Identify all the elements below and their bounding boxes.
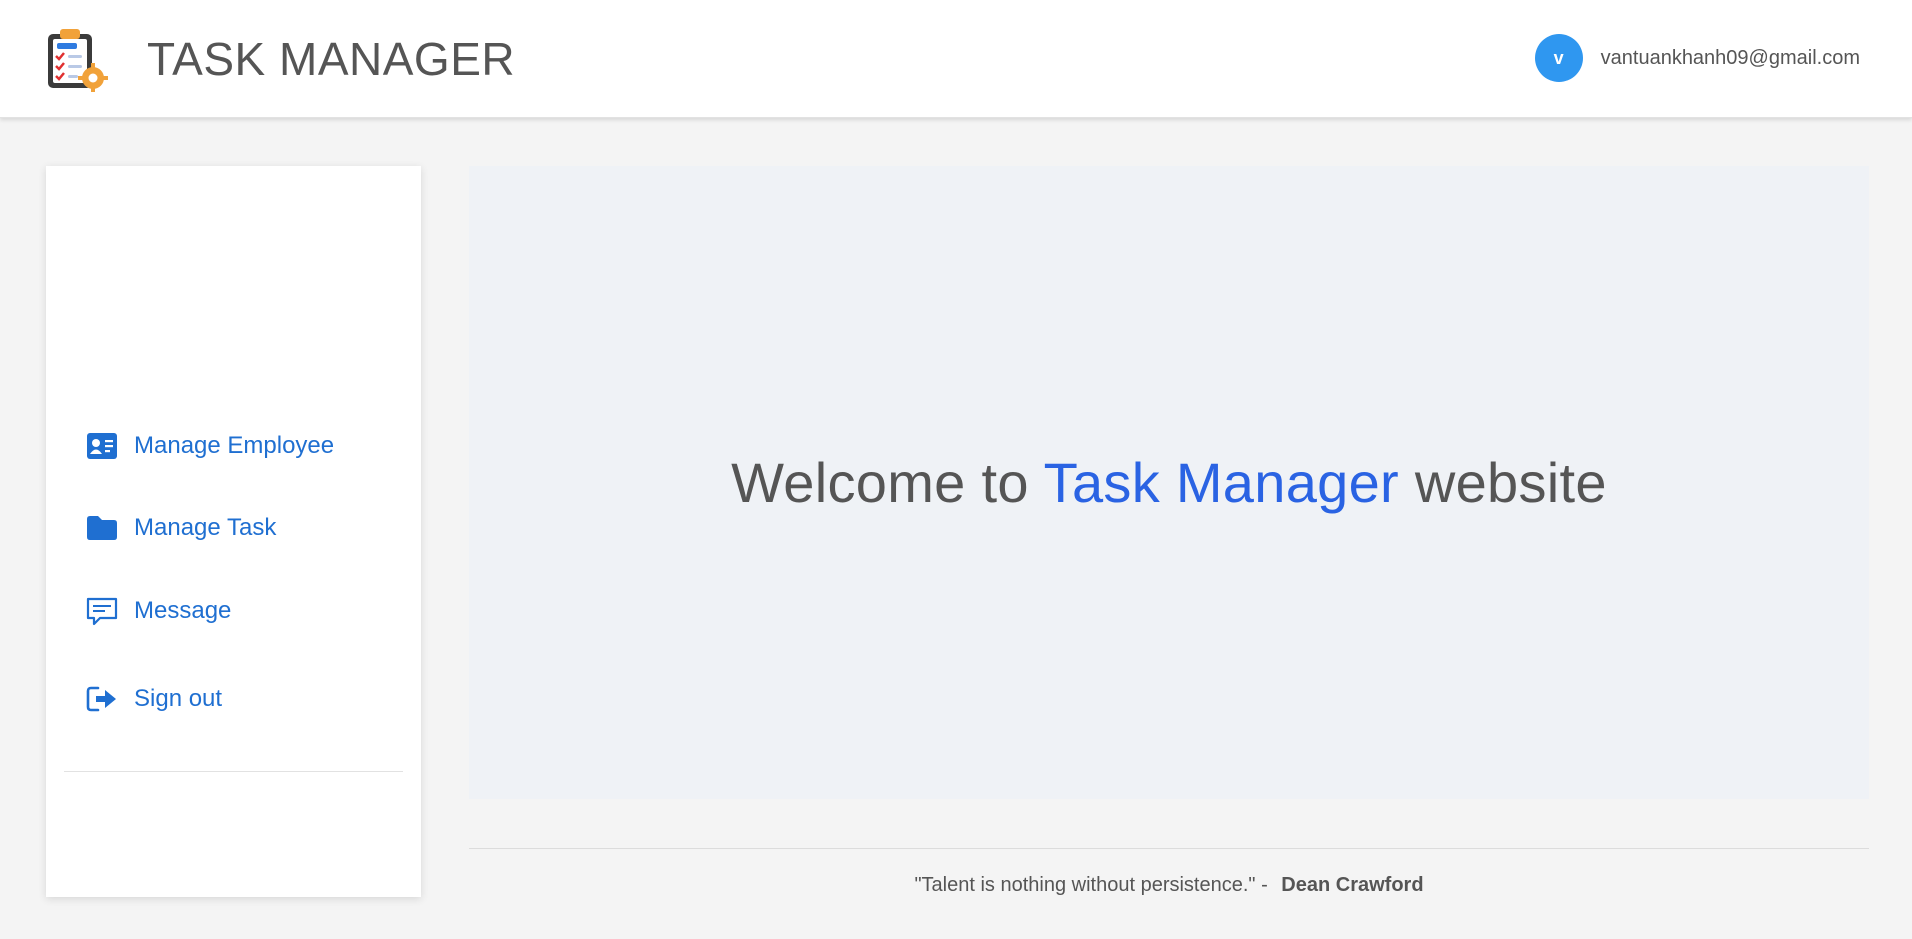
folder-icon [86, 512, 118, 544]
message-icon [86, 595, 118, 627]
sidebar-item-label: Message [134, 597, 232, 624]
user-profile[interactable]: v vantuankhanh09@gmail.com [1534, 34, 1860, 82]
welcome-suffix: website [1414, 451, 1607, 514]
footer-quote: "Talent is nothing without persistence."… [469, 874, 1869, 897]
sidebar-item-manage-task[interactable]: Manage Task [86, 508, 276, 548]
welcome-prefix: Welcome to [731, 451, 1029, 514]
quote-text: "Talent is nothing without persistence."… [914, 874, 1268, 896]
welcome-accent: Task Manager [1043, 451, 1399, 514]
quote-author: Dean Crawford [1281, 874, 1424, 896]
id-card-icon [86, 430, 118, 462]
app-title: TASK MANAGER [147, 33, 516, 85]
sidebar-item-label: Manage Employee [134, 432, 335, 459]
sidebar-item-message[interactable]: Message [86, 591, 231, 631]
welcome-heading: Welcome to Task Manager website [731, 450, 1607, 515]
avatar[interactable]: v [1534, 34, 1583, 82]
footer-divider [469, 848, 1869, 849]
sidebar: Manage Employee Manage Task Message Sign… [46, 166, 421, 897]
welcome-panel: Welcome to Task Manager website [469, 166, 1869, 799]
sidebar-divider [64, 771, 403, 772]
app-header: TASK MANAGER v vantuankhanh09@gmail.com [0, 0, 1912, 118]
sidebar-item-label: Manage Task [134, 514, 277, 541]
sign-out-label: Sign out [134, 685, 223, 712]
sign-out-icon [86, 683, 118, 715]
sign-out-button[interactable]: Sign out [86, 679, 222, 719]
clipboard-checklist-gear-icon[interactable] [44, 26, 108, 92]
user-email[interactable]: vantuankhanh09@gmail.com [1601, 47, 1860, 70]
sidebar-item-manage-employee[interactable]: Manage Employee [86, 426, 334, 466]
